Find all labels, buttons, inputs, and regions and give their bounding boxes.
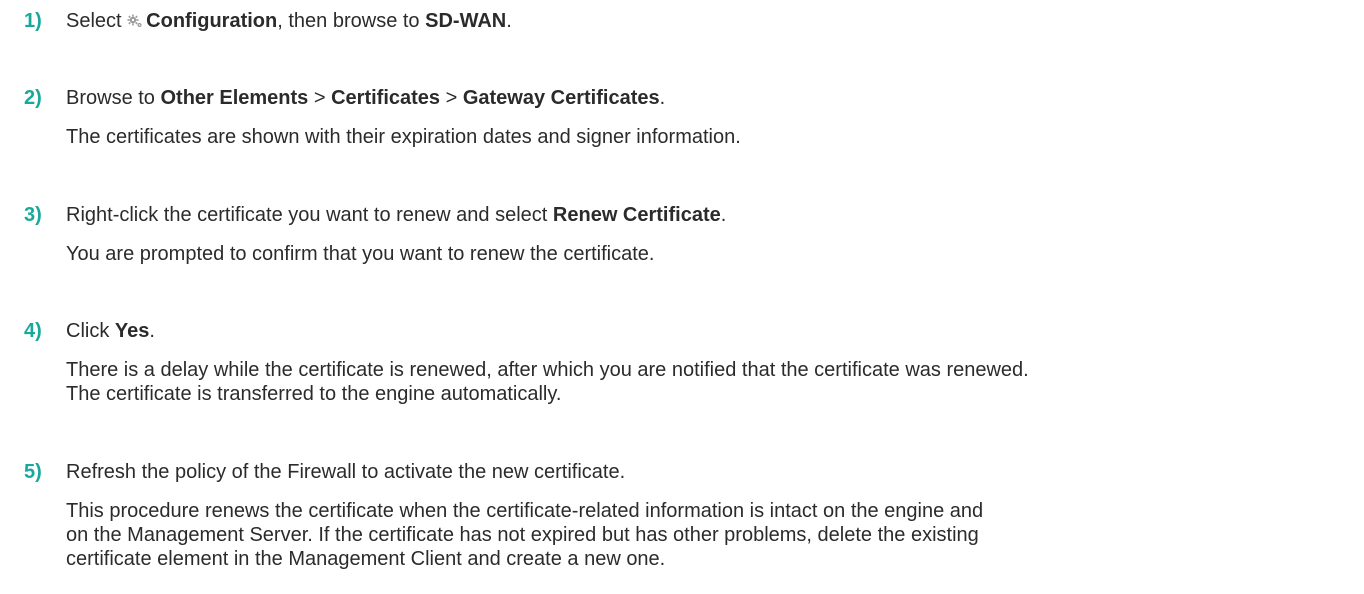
step-result: The certificates are shown with their ex… [66,126,741,148]
yes-label: Yes [114,320,150,342]
step-instruction: Browse to Other Elements > Certificates … [66,87,666,109]
step-result-line-2: The certificate is transferred to the en… [66,383,562,405]
step-number: 5) [24,461,42,483]
step-number: 4) [24,320,42,342]
step-instruction: Right-click the certificate you want to … [66,204,727,226]
other-elements-label: Other Elements [160,87,309,109]
renew-certificate-label: Renew Certificate [552,204,721,226]
step-note-line-2: on the Management Server. If the certifi… [66,524,979,546]
step-result-line-1: There is a delay while the certificate i… [66,359,1029,381]
step-result: You are prompted to confirm that you wan… [66,243,655,265]
step-instruction: Click Yes. [66,320,155,342]
gateway-certificates-label: Gateway Certificates [462,87,660,109]
sd-wan-label: SD-WAN [425,10,507,32]
step-note-line-3: certificate element in the Management Cl… [66,548,666,570]
gear-icon [127,11,143,27]
step-number: 3) [24,204,42,226]
certificates-label: Certificates [331,87,441,109]
step-instruction: Select Configuration, then browse to SD-… [66,10,512,32]
step-instruction: Refresh the policy of the Firewall to ac… [66,461,626,483]
step-note-line-1: This procedure renews the certificate wh… [66,500,984,522]
step-number: 1) [24,10,42,32]
configuration-label: Configuration [146,10,278,32]
step-number: 2) [24,87,42,109]
